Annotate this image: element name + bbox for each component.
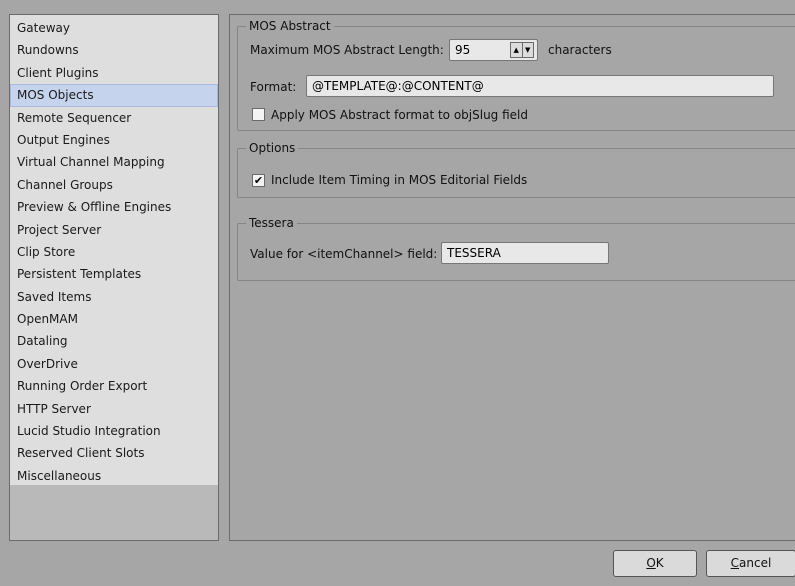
sidebar-item-openmam[interactable]: OpenMAM (10, 308, 218, 330)
sidebar-item-running-order-export[interactable]: Running Order Export (10, 375, 218, 397)
cancel-button[interactable]: Cancel (706, 550, 795, 577)
max-length-spin-buttons[interactable]: ▲ ▼ (510, 42, 534, 58)
apply-format-label: Apply MOS Abstract format to objSlug fie… (271, 108, 528, 122)
sidebar-item-lucid-studio-integration[interactable]: Lucid Studio Integration (10, 420, 218, 442)
sidebar-list: Gateway Rundowns Client Plugins MOS Obje… (10, 15, 218, 485)
ok-mnemonic: O (646, 556, 656, 570)
sidebar-item-channel-groups[interactable]: Channel Groups (10, 174, 218, 196)
max-length-spinbox[interactable]: 95 ▲ ▼ (449, 39, 538, 61)
cancel-label-rest: ancel (739, 556, 772, 570)
sidebar-item-virtual-channel-mapping[interactable]: Virtual Channel Mapping (10, 151, 218, 173)
include-timing-checkbox[interactable]: ✔ (252, 174, 265, 187)
sidebar-item-saved-items[interactable]: Saved Items (10, 286, 218, 308)
check-icon: ✔ (253, 174, 264, 187)
sidebar-item-gateway[interactable]: Gateway (10, 17, 218, 39)
format-input[interactable]: @TEMPLATE@:@CONTENT@ (306, 75, 774, 97)
sidebar-item-http-server[interactable]: HTTP Server (10, 398, 218, 420)
ok-label-rest: K (655, 556, 664, 570)
cancel-mnemonic: C (730, 556, 740, 570)
sidebar-item-remote-sequencer[interactable]: Remote Sequencer (10, 107, 218, 129)
include-timing-label: Include Item Timing in MOS Editorial Fie… (271, 173, 528, 187)
options-group: Options (237, 141, 795, 198)
characters-label: characters (548, 43, 612, 57)
triangle-down-icon[interactable]: ▼ (521, 43, 534, 57)
mos-abstract-title: MOS Abstract (249, 19, 331, 33)
sidebar-item-dataling[interactable]: Dataling (10, 330, 218, 352)
item-channel-input[interactable]: TESSERA (441, 242, 609, 264)
settings-sidebar: Gateway Rundowns Client Plugins MOS Obje… (9, 14, 219, 541)
options-title: Options (249, 141, 296, 155)
sidebar-item-output-engines[interactable]: Output Engines (10, 129, 218, 151)
sidebar-item-clip-store[interactable]: Clip Store (10, 241, 218, 263)
item-channel-label: Value for <itemChannel> field: (250, 247, 438, 261)
triangle-up-icon[interactable]: ▲ (511, 43, 522, 57)
max-length-label: Maximum MOS Abstract Length: (250, 43, 444, 57)
tessera-title: Tessera (249, 216, 294, 230)
format-label: Format: (250, 80, 297, 94)
sidebar-item-miscellaneous[interactable]: Miscellaneous (10, 465, 218, 487)
apply-format-checkbox[interactable] (252, 108, 265, 121)
sidebar-item-project-server[interactable]: Project Server (10, 219, 218, 241)
sidebar-item-client-plugins[interactable]: Client Plugins (10, 62, 218, 84)
settings-panel: MOS Abstract Maximum MOS Abstract Length… (229, 14, 795, 541)
sidebar-item-mos-objects[interactable]: MOS Objects (10, 84, 218, 107)
max-length-value: 95 (455, 43, 471, 57)
sidebar-item-rundowns[interactable]: Rundowns (10, 39, 218, 61)
sidebar-item-persistent-templates[interactable]: Persistent Templates (10, 263, 218, 285)
sidebar-item-reserved-client-slots[interactable]: Reserved Client Slots (10, 442, 218, 464)
sidebar-item-overdrive[interactable]: OverDrive (10, 353, 218, 375)
sidebar-item-preview-offline-engines[interactable]: Preview & Offline Engines (10, 196, 218, 218)
ok-button[interactable]: OK (613, 550, 697, 577)
